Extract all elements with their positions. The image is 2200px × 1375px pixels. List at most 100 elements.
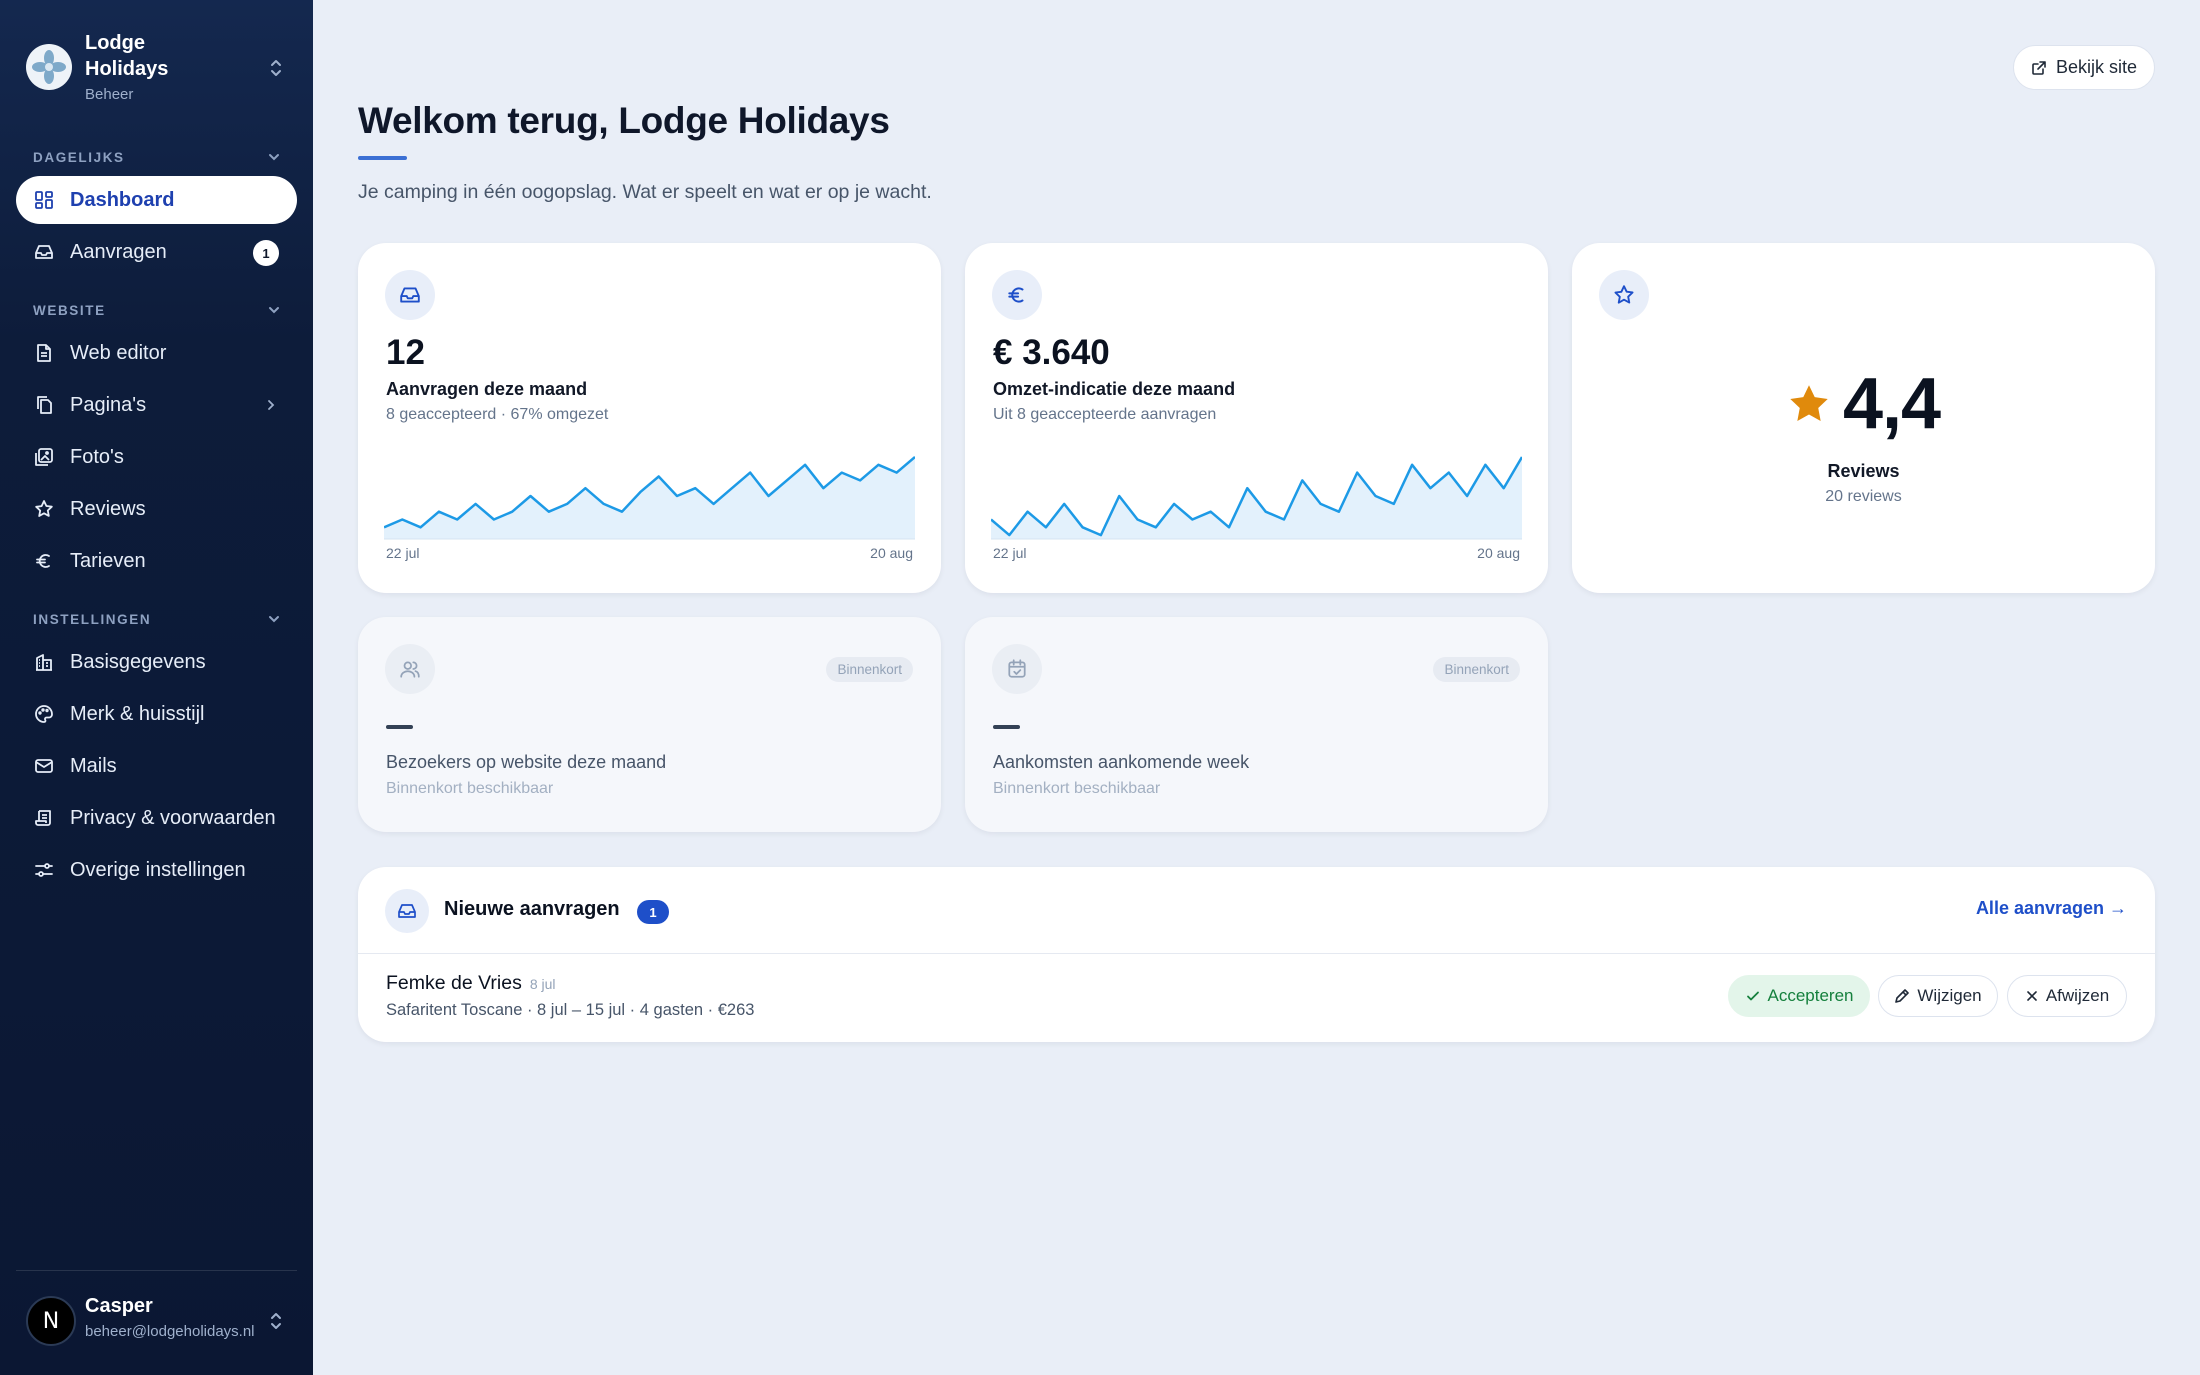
scroll-icon bbox=[33, 807, 55, 829]
section-instellingen[interactable]: INSTELLINGEN bbox=[33, 609, 281, 629]
edit-label: Wijzigen bbox=[1917, 986, 1982, 1005]
workspace-switcher[interactable]: Lodge Holidays Beheer bbox=[26, 28, 296, 108]
empty-value-dash bbox=[993, 725, 1020, 729]
stat-value: 12 bbox=[386, 333, 425, 372]
stat-sublabel: Binnenkort beschikbaar bbox=[993, 780, 1161, 797]
title-underline bbox=[358, 156, 407, 160]
star-icon bbox=[33, 498, 55, 520]
palette-icon bbox=[33, 703, 55, 725]
section-website[interactable]: WEBSITE bbox=[33, 300, 281, 320]
section-title: INSTELLINGEN bbox=[33, 611, 152, 627]
nav-label: Overige instellingen bbox=[70, 858, 246, 881]
euro-icon bbox=[992, 270, 1042, 320]
section-title: DAGELIJKS bbox=[33, 149, 125, 165]
sliders-icon bbox=[33, 859, 55, 881]
panel-title: Nieuwe aanvragen bbox=[444, 898, 620, 920]
rating-label: Reviews bbox=[1827, 461, 1900, 481]
nav-fotos[interactable]: Foto's bbox=[16, 433, 297, 481]
section-dagelijks[interactable]: DAGELIJKS bbox=[33, 147, 281, 167]
user-menu[interactable]: N Casper beheer@lodgeholidays.nl bbox=[26, 1293, 296, 1353]
nav-label: Foto's bbox=[70, 445, 124, 468]
star-outline-icon bbox=[1599, 270, 1649, 320]
inbox-icon bbox=[33, 241, 55, 263]
nav-dashboard[interactable]: Dashboard bbox=[16, 176, 297, 224]
chevron-down-icon bbox=[269, 307, 279, 314]
inbox-icon bbox=[385, 889, 429, 933]
all-requests-link[interactable]: Alle aanvragen → bbox=[1976, 898, 2127, 919]
nav-mails[interactable]: Mails bbox=[16, 742, 297, 790]
chevron-down-icon bbox=[269, 154, 279, 161]
stat-card-revenue: € 3.640 Omzet-indicatie deze maand Uit 8… bbox=[965, 243, 1548, 593]
nav-merk-huisstijl[interactable]: Merk & huisstijl bbox=[16, 690, 297, 738]
coming-soon-badge: Binnenkort bbox=[1433, 657, 1520, 682]
reject-button[interactable]: Afwijzen bbox=[2007, 975, 2127, 1017]
nav-label: Basisgegevens bbox=[70, 650, 206, 673]
stat-value: € 3.640 bbox=[993, 333, 1110, 372]
nav-label: Mails bbox=[70, 754, 117, 777]
axis-end-label: 20 aug bbox=[1477, 545, 1520, 561]
nav-label: Privacy & voorwaarden bbox=[70, 806, 276, 829]
guest-name: Femke de Vries bbox=[386, 972, 522, 994]
sidebar: Lodge Holidays Beheer DAGELIJKS Dashboar… bbox=[0, 0, 313, 1375]
nav-tarieven[interactable]: Tarieven bbox=[16, 537, 297, 585]
brand-name: Lodge Holidays bbox=[85, 32, 169, 80]
accept-button[interactable]: Accepteren bbox=[1728, 975, 1870, 1017]
dashboard-icon bbox=[33, 189, 55, 211]
panel-header: Nieuwe aanvragen 1 Alle aanvragen → bbox=[358, 867, 2155, 954]
chevrons-up-down-icon bbox=[266, 56, 286, 80]
nav-label: Reviews bbox=[70, 497, 146, 520]
axis-end-label: 20 aug bbox=[870, 545, 913, 561]
nav-paginas[interactable]: Pagina's bbox=[16, 381, 297, 429]
star-filled-icon bbox=[1790, 385, 1828, 421]
sparkline-chart bbox=[384, 456, 915, 540]
empty-value-dash bbox=[386, 725, 413, 729]
stat-card-arrivals: Binnenkort Aankomsten aankomende week Bi… bbox=[965, 617, 1548, 832]
page-title: Welkom terug, Lodge Holidays bbox=[358, 100, 890, 141]
euro-icon bbox=[33, 550, 55, 572]
section-title: WEBSITE bbox=[33, 302, 106, 318]
building-icon bbox=[33, 651, 55, 673]
chevron-down-icon bbox=[269, 616, 279, 623]
nav-label: Aanvragen bbox=[70, 240, 167, 263]
mail-icon bbox=[33, 755, 55, 777]
view-site-button[interactable]: Bekijk site bbox=[2013, 45, 2155, 90]
page-subtitle: Je camping in één oogopslag. Wat er spee… bbox=[358, 181, 932, 203]
stat-label: Aanvragen deze maand bbox=[386, 379, 588, 399]
rating-row: 4,4 bbox=[1572, 363, 2155, 445]
nav-privacy-voorwaarden[interactable]: Privacy & voorwaarden bbox=[16, 794, 297, 842]
stat-sublabel: 8 geaccepteerd · 67% omgezet bbox=[386, 406, 609, 423]
avatar: N bbox=[26, 1296, 76, 1346]
rating-count: 20 reviews bbox=[1825, 488, 1902, 505]
nav-aanvragen[interactable]: Aanvragen 1 bbox=[16, 228, 297, 276]
axis-start-label: 22 jul bbox=[386, 545, 420, 561]
view-site-label: Bekijk site bbox=[2055, 57, 2138, 77]
user-email: beheer@lodgeholidays.nl bbox=[85, 1323, 255, 1340]
brand-role: Beheer bbox=[85, 86, 134, 103]
nav-web-editor[interactable]: Web editor bbox=[16, 329, 297, 377]
nav-reviews[interactable]: Reviews bbox=[16, 485, 297, 533]
document-icon bbox=[33, 342, 55, 364]
axis-start-label: 22 jul bbox=[993, 545, 1027, 561]
edit-button[interactable]: Wijzigen bbox=[1878, 975, 1998, 1017]
chevron-right-icon bbox=[261, 395, 281, 415]
rating-value: 4,4 bbox=[1842, 364, 1941, 444]
nav-label: Web editor bbox=[70, 341, 167, 364]
sparkline-area bbox=[384, 457, 915, 539]
pages-icon bbox=[33, 394, 55, 416]
coming-soon-badge: Binnenkort bbox=[826, 657, 913, 682]
nav-label: Pagina's bbox=[70, 393, 147, 416]
sidebar-divider bbox=[16, 1270, 297, 1271]
nav-basisgegevens[interactable]: Basisgegevens bbox=[16, 638, 297, 686]
pencil-icon bbox=[1894, 988, 1910, 1004]
close-icon bbox=[2025, 989, 2039, 1003]
nav-overige-instellingen[interactable]: Overige instellingen bbox=[16, 846, 297, 894]
new-requests-panel: Nieuwe aanvragen 1 Alle aanvragen → Femk… bbox=[358, 867, 2155, 1042]
users-icon bbox=[385, 644, 435, 694]
nav-label: Dashboard bbox=[70, 188, 175, 211]
inbox-icon bbox=[385, 270, 435, 320]
stat-sublabel: Uit 8 geaccepteerde aanvragen bbox=[993, 406, 1217, 423]
image-icon bbox=[33, 446, 55, 468]
stat-card-reviews[interactable]: 4,4 Reviews 20 reviews bbox=[1572, 243, 2155, 593]
check-icon bbox=[1745, 988, 1761, 1004]
count-badge: 1 bbox=[637, 900, 669, 924]
